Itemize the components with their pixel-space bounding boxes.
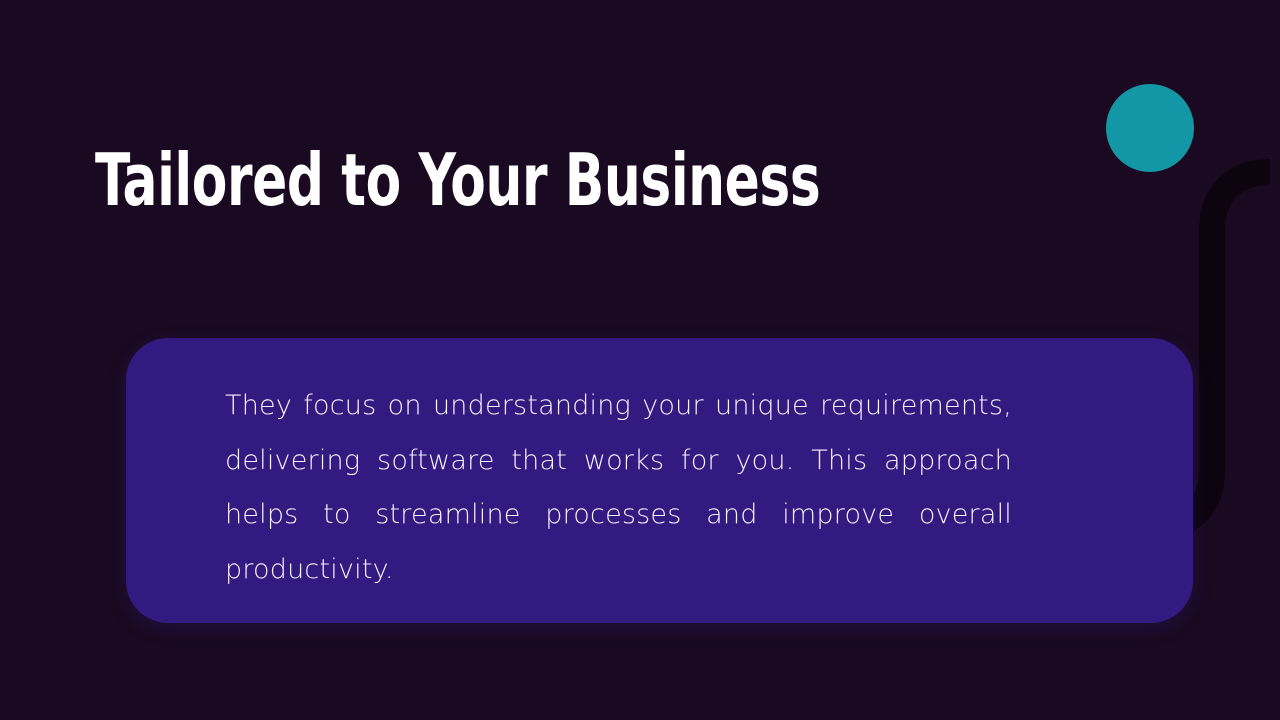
body-text-card: They focus on understanding your unique …	[126, 338, 1193, 623]
presentation-slide: Tailored to Your Business They focus on …	[0, 0, 1280, 720]
body-paragraph: They focus on understanding your unique …	[225, 390, 1012, 585]
page-title: Tailored to Your Business	[95, 138, 821, 222]
